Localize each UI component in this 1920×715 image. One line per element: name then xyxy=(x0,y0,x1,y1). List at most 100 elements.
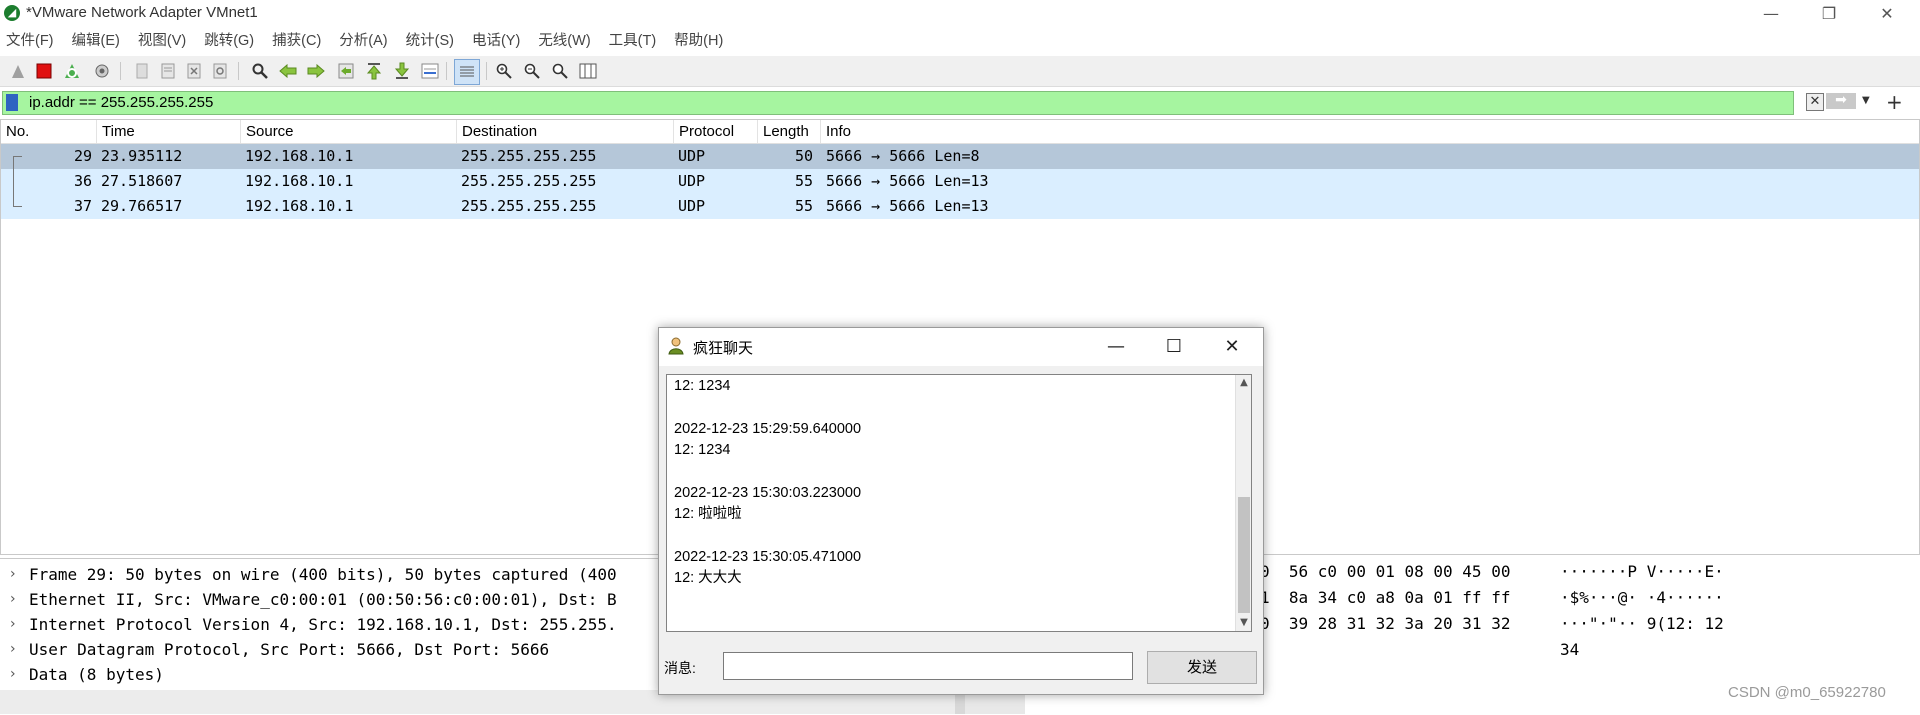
packet-row[interactable]: 36 27.518607 192.168.10.1 255.255.255.255 UD… xyxy=(1,169,1919,194)
zoom-in-icon[interactable] xyxy=(494,61,514,81)
chevron-down-icon[interactable]: ▼ xyxy=(1862,93,1874,109)
chevron-right-icon[interactable]: › xyxy=(10,662,16,687)
chevron-right-icon[interactable]: › xyxy=(10,612,16,637)
chat-line: 12: 大大大 xyxy=(674,570,742,586)
chat-history[interactable]: 12: 1234 2022-12-23 15:29:59.640000 12: … xyxy=(666,374,1252,632)
menu-tools[interactable]: 工具(T) xyxy=(603,28,663,55)
clear-filter-icon[interactable]: ✕ xyxy=(1806,93,1824,111)
packet-cell-source: 192.168.10.1 xyxy=(245,147,354,165)
menu-statistics[interactable]: 统计(S) xyxy=(400,28,460,55)
autoscroll-icon[interactable] xyxy=(420,61,440,81)
ascii-line-4: 34 xyxy=(1560,640,1580,659)
normal-size-icon[interactable] xyxy=(550,61,570,81)
zoom-out-icon[interactable] xyxy=(522,61,542,81)
scroll-up-icon[interactable]: ▲ xyxy=(1236,375,1251,391)
packet-row[interactable]: 37 29.766517 192.168.10.1 255.255.255.255 UD… xyxy=(1,194,1919,219)
message-input[interactable] xyxy=(723,652,1133,680)
menu-edit[interactable]: 编辑(E) xyxy=(66,28,126,55)
col-source-header[interactable]: Source xyxy=(241,120,457,143)
col-protocol-header[interactable]: Protocol xyxy=(674,120,758,143)
chat-dialog: 疯狂聊天 — ☐ ✕ 12: 1234 2022-12-23 15:29:59.… xyxy=(658,327,1264,695)
col-no-header[interactable]: No. xyxy=(1,120,97,143)
menu-analyze[interactable]: 分析(A) xyxy=(333,28,393,55)
reload-file-icon[interactable] xyxy=(210,61,230,81)
col-time-header[interactable]: Time xyxy=(97,120,241,143)
packet-cell-length: 50 xyxy=(794,147,813,165)
close-button[interactable]: ✕ xyxy=(1858,0,1916,27)
chevron-right-icon[interactable]: › xyxy=(10,637,16,662)
scroll-down-icon[interactable]: ▼ xyxy=(1236,615,1251,631)
first-packet-icon[interactable] xyxy=(364,61,384,81)
chat-scrollbar[interactable]: ▲ ▼ xyxy=(1235,375,1251,631)
menu-file[interactable]: 文件(F) xyxy=(0,28,60,55)
menu-view[interactable]: 视图(V) xyxy=(132,28,192,55)
go-to-packet-icon[interactable] xyxy=(336,61,356,81)
chat-line: 2022-12-23 15:30:05.471000 xyxy=(674,549,862,565)
resize-columns-icon[interactable] xyxy=(578,61,598,81)
go-forward-icon[interactable] xyxy=(306,61,326,81)
wireshark-fin-icon: ◢ xyxy=(4,5,20,21)
hex-line-3: 0 39 28 31 32 3a 20 31 32 xyxy=(1260,614,1511,633)
scroll-thumb[interactable] xyxy=(1238,497,1250,613)
go-back-icon[interactable] xyxy=(278,61,298,81)
chat-line: 2022-12-23 15:29:59.640000 xyxy=(674,421,862,437)
chevron-right-icon[interactable]: › xyxy=(10,562,16,587)
packet-cell-time: 29.766517 xyxy=(101,197,183,215)
ascii-line-2: ·$%···@· ·4······ xyxy=(1560,588,1724,607)
open-file-icon[interactable] xyxy=(132,61,152,81)
main-toolbar xyxy=(0,56,1920,87)
chevron-right-icon[interactable]: › xyxy=(10,587,16,612)
close-file-icon[interactable] xyxy=(184,61,204,81)
packet-cell-source: 192.168.10.1 xyxy=(245,197,354,215)
chat-line: 12: 1234 xyxy=(674,442,731,458)
packet-cell-no: 36 xyxy=(73,172,92,190)
packet-cell-time: 23.935112 xyxy=(101,147,183,165)
dialog-close-button[interactable]: ✕ xyxy=(1203,328,1261,366)
col-info-header[interactable]: Info xyxy=(821,120,1919,143)
ascii-line-1: ·······P V·····E· xyxy=(1560,562,1724,581)
menu-telephony[interactable]: 电话(Y) xyxy=(466,28,526,55)
window-title: *VMware Network Adapter VMnet1 xyxy=(26,4,258,21)
menu-wireless[interactable]: 无线(W) xyxy=(532,28,596,55)
packet-cell-length: 55 xyxy=(794,172,813,190)
packet-cell-destination: 255.255.255.255 xyxy=(461,172,597,190)
display-filter-bar: ip.addr == 255.255.255.255 ✕ ➡ ▼ + xyxy=(0,89,1920,117)
packet-list-header: No. Time Source Destination Protocol Len… xyxy=(1,120,1919,144)
col-length-header[interactable]: Length xyxy=(758,120,821,143)
stop-capture-icon[interactable] xyxy=(34,61,54,81)
menu-go[interactable]: 跳转(G) xyxy=(198,28,260,55)
minimize-button[interactable]: — xyxy=(1742,0,1800,27)
packet-cell-info: 5666 → 5666 Len=13 xyxy=(826,197,989,215)
menu-help[interactable]: 帮助(H) xyxy=(668,28,729,55)
watermark-text: CSDN @m0_65922780 xyxy=(1728,684,1886,701)
restore-button[interactable]: ❐ xyxy=(1800,0,1858,27)
capture-options-icon[interactable] xyxy=(92,61,112,81)
send-button[interactable]: 发送 xyxy=(1147,651,1257,684)
dialog-maximize-button[interactable]: ☐ xyxy=(1145,328,1203,366)
dialog-minimize-button[interactable]: — xyxy=(1087,328,1145,366)
save-file-icon[interactable] xyxy=(158,61,178,81)
ascii-line-3: ···"·"·· 9(12: 12 xyxy=(1560,614,1724,633)
message-label: 消息: xyxy=(664,660,696,676)
display-filter-input[interactable]: ip.addr == 255.255.255.255 xyxy=(2,91,1794,115)
chat-line: 2022-12-23 15:30:03.223000 xyxy=(674,485,862,501)
packet-cell-destination: 255.255.255.255 xyxy=(461,147,597,165)
packet-cell-length: 55 xyxy=(794,197,813,215)
add-filter-button[interactable]: + xyxy=(1886,90,1903,114)
bookmark-icon[interactable] xyxy=(6,94,18,111)
col-destination-header[interactable]: Destination xyxy=(457,120,674,143)
packet-cell-no: 29 xyxy=(73,147,92,165)
packet-row[interactable]: 29 23.935112 192.168.10.1 255.255.255.255 UD… xyxy=(1,144,1919,170)
menu-bar: 文件(F) 编辑(E) 视图(V) 跳转(G) 捕获(C) 分析(A) 统计(S) 电话(Y)… xyxy=(0,28,1920,55)
restart-capture-icon[interactable] xyxy=(62,61,82,81)
last-packet-icon[interactable] xyxy=(392,61,412,81)
start-capture-icon[interactable] xyxy=(8,61,28,81)
packet-cell-protocol: UDP xyxy=(678,197,706,215)
dialog-title: 疯狂聊天 xyxy=(693,340,754,357)
find-packet-icon[interactable] xyxy=(250,61,270,81)
packet-cell-no: 37 xyxy=(73,197,92,215)
chat-line: 12: 啦啦啦 xyxy=(674,506,742,522)
colorize-icon[interactable] xyxy=(454,59,480,85)
apply-filter-icon[interactable]: ➡ xyxy=(1826,93,1856,109)
menu-capture[interactable]: 捕获(C) xyxy=(266,28,327,55)
